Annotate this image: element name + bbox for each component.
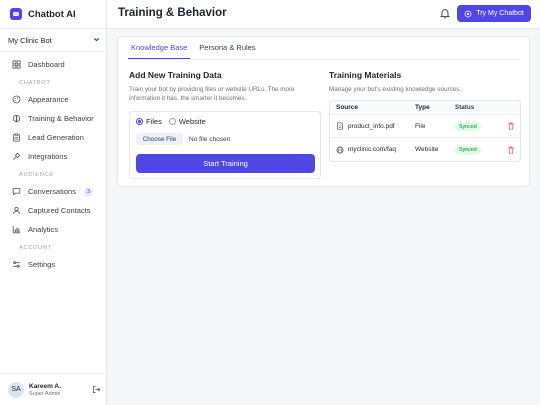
page-header: Training & Behavior Try My Chatbot <box>107 0 540 29</box>
source-name: myclinic.com/faq <box>348 146 397 153</box>
section-label-account: ACCOUNT <box>19 245 52 251</box>
user-meta: Kareem A. Super Admin <box>29 383 91 397</box>
sidebar-item-label: Appearance <box>28 95 69 104</box>
brand: Chatbot AI <box>0 0 106 29</box>
sidebar-nav: Dashboard CHATBOT Appearance Training & … <box>0 55 106 274</box>
add-training-title: Add New Training Data <box>129 70 222 80</box>
column-header-status: Status <box>455 104 475 111</box>
chat-icon <box>12 187 21 196</box>
user-name: Kareem A. <box>29 382 61 390</box>
trash-icon <box>507 122 514 130</box>
radio-website[interactable] <box>168 118 176 125</box>
conversations-count-badge: 3 <box>83 187 94 196</box>
chart-icon <box>12 225 21 234</box>
plug-icon <box>12 152 21 161</box>
status-cell: Synced <box>455 144 503 155</box>
sidebar-item-label: Dashboard <box>28 60 65 69</box>
table-row: product_info.pdf File Synced <box>330 115 520 138</box>
training-form: Files Website Choose File No file chosen… <box>129 111 321 179</box>
chevron-down-icon <box>93 36 100 45</box>
status-badge: Synced <box>455 122 481 132</box>
add-training-description: Train your bot by providing files or web… <box>129 86 295 102</box>
sidebar-item-training[interactable]: Training & Behavior <box>6 109 100 128</box>
trash-icon <box>507 146 514 154</box>
sliders-icon <box>12 260 21 269</box>
sidebar-item-dashboard[interactable]: Dashboard <box>6 55 100 74</box>
choose-file-button[interactable]: Choose File <box>136 133 183 145</box>
users-icon <box>12 206 21 215</box>
try-my-chatbot-button[interactable]: Try My Chatbot <box>457 5 531 22</box>
tab-knowledge-base[interactable]: Knowledge Base <box>128 37 191 59</box>
radio-files-label[interactable]: Files <box>146 117 162 126</box>
sidebar-item-analytics[interactable]: Analytics <box>6 220 100 239</box>
bell-icon[interactable] <box>439 8 451 19</box>
delete-button[interactable] <box>503 122 518 130</box>
start-training-button[interactable]: Start Training <box>136 154 315 173</box>
delete-button[interactable] <box>503 146 518 154</box>
brain-icon <box>12 114 21 123</box>
sidebar-item-settings[interactable]: Settings <box>6 255 100 274</box>
file-status: No file chosen <box>189 135 231 143</box>
sidebar-item-label: Analytics <box>28 225 59 234</box>
palette-icon <box>12 95 21 104</box>
training-materials-section: Training Materials Manage your bot's exi… <box>329 70 521 94</box>
sidebar-item-appearance[interactable]: Appearance <box>6 90 100 109</box>
sidebar-item-label: Captured Contacts <box>28 206 91 215</box>
bot-select[interactable]: My Clinic Bot <box>8 34 100 46</box>
status-badge: Synced <box>455 145 481 155</box>
chatbot-logo-icon <box>10 8 22 20</box>
section-label-audience: AUDIENCE <box>19 172 54 178</box>
source-name: product_info.pdf <box>348 122 395 130</box>
table-header: Source Type Status <box>330 101 520 115</box>
status-cell: Synced <box>455 121 503 132</box>
radio-files[interactable] <box>136 118 143 125</box>
try-my-chatbot-label: Try My Chatbot <box>476 10 524 17</box>
table-row: myclinic.com/faq Website Synced <box>330 138 520 161</box>
sidebar: Chatbot AI My Clinic Bot Dashboard CHATB… <box>0 0 107 405</box>
user-profile: SA Kareem A. Super Admin <box>0 373 107 405</box>
tab-persona-rules[interactable]: Persona & Rules <box>196 37 258 59</box>
globe-icon <box>336 146 344 154</box>
user-role: Super Admin <box>29 390 61 397</box>
training-card: Knowledge Base Persona & Rules Add New T… <box>117 36 530 187</box>
file-input: Choose File No file chosen <box>136 133 230 145</box>
section-label-chatbot: CHATBOT <box>19 80 51 86</box>
sidebar-item-label: Settings <box>28 260 56 269</box>
sidebar-item-label: Integrations <box>28 152 68 161</box>
sidebar-item-captured-contacts[interactable]: Captured Contacts <box>6 201 100 220</box>
source-type-radios: Files Website <box>136 117 213 126</box>
source-cell: myclinic.com/faq <box>330 146 415 154</box>
tabs-divider <box>128 59 519 60</box>
sidebar-item-integrations[interactable]: Integrations <box>6 147 100 166</box>
column-header-type: Type <box>415 104 430 111</box>
dashboard-icon <box>12 60 21 69</box>
source-cell: product_info.pdf <box>330 122 415 130</box>
training-materials-description: Manage your bot's existing knowledge sou… <box>329 86 462 93</box>
sidebar-item-conversations[interactable]: Conversations 3 <box>6 182 100 201</box>
training-materials-title: Training Materials <box>329 70 402 80</box>
file-icon <box>336 122 344 130</box>
sidebar-item-label: Lead Generation <box>28 133 84 142</box>
tabs: Knowledge Base Persona & Rules <box>128 37 265 59</box>
sidebar-item-label: Training & Behavior <box>28 114 94 123</box>
clipboard-icon <box>12 133 21 142</box>
type-cell: Website <box>415 146 439 153</box>
add-training-section: Add New Training Data Train your bot by … <box>129 70 321 103</box>
column-header-source: Source <box>336 104 359 111</box>
logout-icon[interactable] <box>91 385 101 395</box>
eye-icon <box>464 10 472 18</box>
sidebar-item-lead-generation[interactable]: Lead Generation <box>6 128 100 147</box>
sidebar-divider <box>0 51 106 52</box>
sidebar-item-label: Conversations <box>28 187 76 196</box>
page-title: Training & Behavior <box>118 7 227 19</box>
bot-select-value: My Clinic Bot <box>8 35 52 45</box>
brand-name: Chatbot AI <box>28 8 76 20</box>
radio-website-label[interactable]: Website <box>179 117 206 126</box>
type-cell: File <box>415 122 426 130</box>
materials-table: Source Type Status product_info.pdf File… <box>329 100 521 162</box>
avatar: SA <box>8 381 24 398</box>
